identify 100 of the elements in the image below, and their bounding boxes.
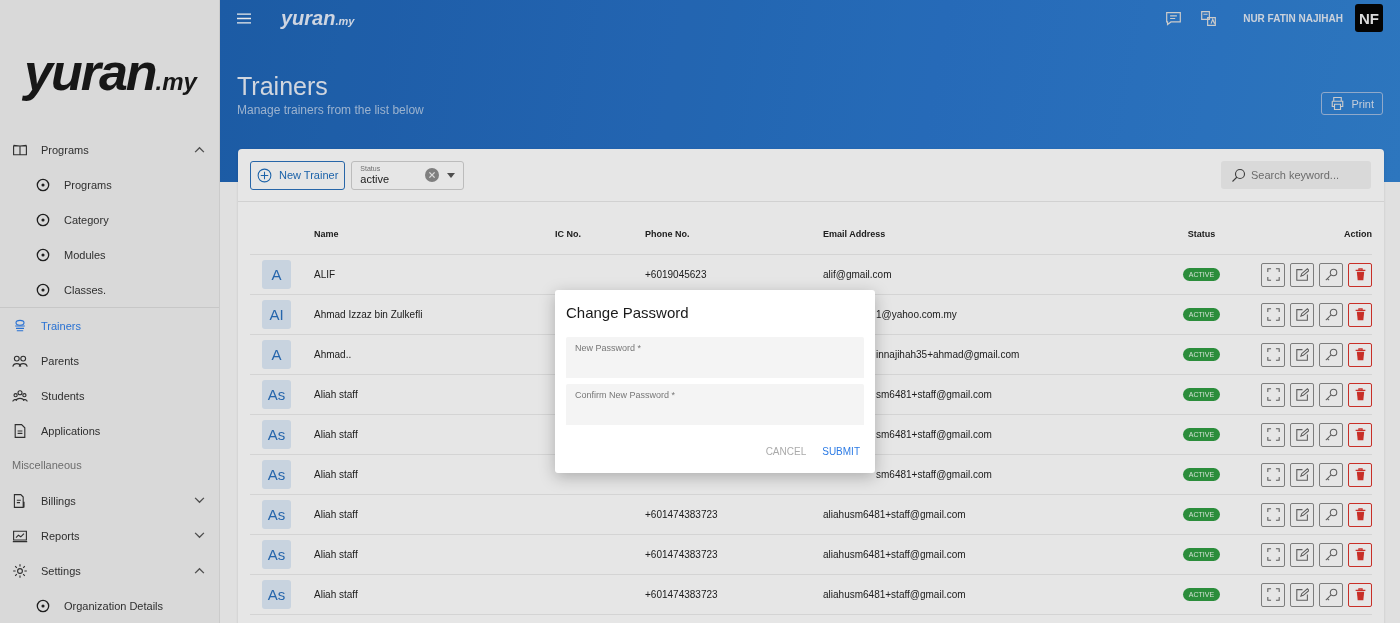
nav-item[interactable]: Settings — [0, 553, 219, 588]
password-field[interactable]: New Password * — [566, 337, 864, 378]
delete-button[interactable] — [1348, 422, 1372, 447]
edit-button[interactable] — [1290, 542, 1314, 567]
nav-subitem[interactable]: Modules — [0, 237, 219, 272]
table-cell: ALIF — [314, 269, 336, 280]
view-button[interactable] — [1261, 262, 1285, 287]
table-cell: +6019045623 — [645, 269, 707, 280]
edit-button[interactable] — [1290, 582, 1314, 607]
section-label: Miscellaneous — [11, 458, 83, 473]
page-title: Trainers — [237, 72, 329, 101]
logo: yuran.my — [281, 6, 355, 30]
nav-item[interactable]: Billings — [0, 483, 219, 518]
trash-icon — [1353, 268, 1367, 281]
dialog-title: Change Password — [566, 304, 690, 321]
delete-button[interactable] — [1348, 342, 1372, 367]
chat-icon[interactable] — [1165, 9, 1183, 27]
radio-dot-icon — [36, 598, 50, 613]
delete-button[interactable] — [1348, 382, 1372, 407]
delete-button[interactable] — [1348, 262, 1372, 287]
password-button[interactable] — [1319, 462, 1343, 487]
expand-icon — [1266, 548, 1280, 561]
initials-avatar: A — [262, 340, 291, 369]
logo: yuran.my — [24, 42, 197, 103]
initials-avatar: As — [262, 460, 291, 489]
column-header: Status — [1186, 229, 1217, 239]
printer-icon — [1330, 96, 1346, 111]
nav-subitem[interactable]: Programs — [0, 167, 219, 202]
translate-icon[interactable] — [1200, 9, 1218, 27]
menu-icon[interactable] — [237, 12, 251, 24]
password-button[interactable] — [1319, 382, 1343, 407]
clear-icon[interactable] — [425, 168, 440, 182]
initials-avatar: As — [262, 580, 291, 609]
nav-item[interactable]: Reports — [0, 518, 219, 553]
view-button[interactable] — [1261, 462, 1285, 487]
edit-icon — [1295, 308, 1309, 321]
edit-icon — [1295, 548, 1309, 561]
edit-button[interactable] — [1290, 302, 1314, 327]
trash-icon — [1353, 548, 1367, 561]
nav-item[interactable]: Trainers — [0, 308, 219, 343]
edit-button[interactable] — [1290, 502, 1314, 527]
view-button[interactable] — [1261, 422, 1285, 447]
initials-avatar: As — [262, 500, 291, 529]
password-button[interactable] — [1319, 542, 1343, 567]
view-button[interactable] — [1261, 342, 1285, 367]
initials-avatar: AI — [262, 300, 291, 329]
password-button[interactable] — [1319, 422, 1343, 447]
password-field[interactable]: Confirm New Password * — [566, 384, 864, 425]
user-avatar[interactable]: NF — [1355, 4, 1383, 32]
delete-button[interactable] — [1348, 462, 1372, 487]
trash-icon — [1353, 428, 1367, 441]
table-cell: Aliah staff — [314, 549, 358, 560]
password-button[interactable] — [1319, 582, 1343, 607]
table-cell: 1@yahoo.com.my — [876, 309, 957, 320]
column-header: Email Address — [823, 229, 887, 239]
edit-button[interactable] — [1290, 342, 1314, 367]
view-button[interactable] — [1261, 382, 1285, 407]
delete-button[interactable] — [1348, 302, 1372, 327]
new-trainer-button[interactable]: New Trainer — [250, 160, 346, 190]
expand-icon — [1266, 348, 1280, 361]
key-icon — [1324, 588, 1338, 601]
caret-icon — [447, 172, 456, 178]
password-button[interactable] — [1319, 262, 1343, 287]
edit-button[interactable] — [1290, 422, 1314, 447]
password-button[interactable] — [1319, 302, 1343, 327]
delete-button[interactable] — [1348, 582, 1372, 607]
password-button[interactable] — [1319, 342, 1343, 367]
table-cell: Ahmad.. — [314, 349, 352, 360]
delete-button[interactable] — [1348, 542, 1372, 567]
table-cell: innajihah35+ahmad@gmail.com — [876, 349, 1020, 360]
view-button[interactable] — [1261, 582, 1285, 607]
password-button[interactable] — [1319, 502, 1343, 527]
trash-icon — [1353, 588, 1367, 601]
nav-item[interactable]: Applications — [0, 413, 219, 448]
nav-item[interactable]: Students — [0, 378, 219, 413]
initials-avatar: As — [262, 420, 291, 449]
radio-dot-icon — [36, 247, 50, 262]
radio-dot-icon — [36, 212, 50, 227]
nav-item[interactable]: Programs — [0, 132, 219, 167]
table-cell: +601474383723 — [645, 589, 718, 600]
nav-subitem[interactable]: Category — [0, 202, 219, 237]
view-button[interactable] — [1261, 302, 1285, 327]
view-button[interactable] — [1261, 542, 1285, 567]
delete-button[interactable] — [1348, 502, 1372, 527]
key-icon — [1324, 308, 1338, 321]
key-icon — [1324, 348, 1338, 361]
key-icon — [1324, 428, 1338, 441]
edit-icon — [1295, 388, 1309, 401]
submit-button[interactable]: SUBMIT — [818, 442, 864, 461]
search-field[interactable]: Search keyword... — [1221, 161, 1371, 189]
nav-subitem[interactable]: Organization Details — [0, 588, 219, 623]
key-icon — [1324, 468, 1338, 481]
view-button[interactable] — [1261, 502, 1285, 527]
edit-button[interactable] — [1290, 382, 1314, 407]
nav-subitem[interactable]: Classes. — [0, 272, 219, 307]
edit-icon — [1295, 468, 1309, 481]
edit-button[interactable] — [1290, 262, 1314, 287]
edit-button[interactable] — [1290, 462, 1314, 487]
edit-icon — [1295, 508, 1309, 521]
nav-item[interactable]: Parents — [0, 343, 219, 378]
